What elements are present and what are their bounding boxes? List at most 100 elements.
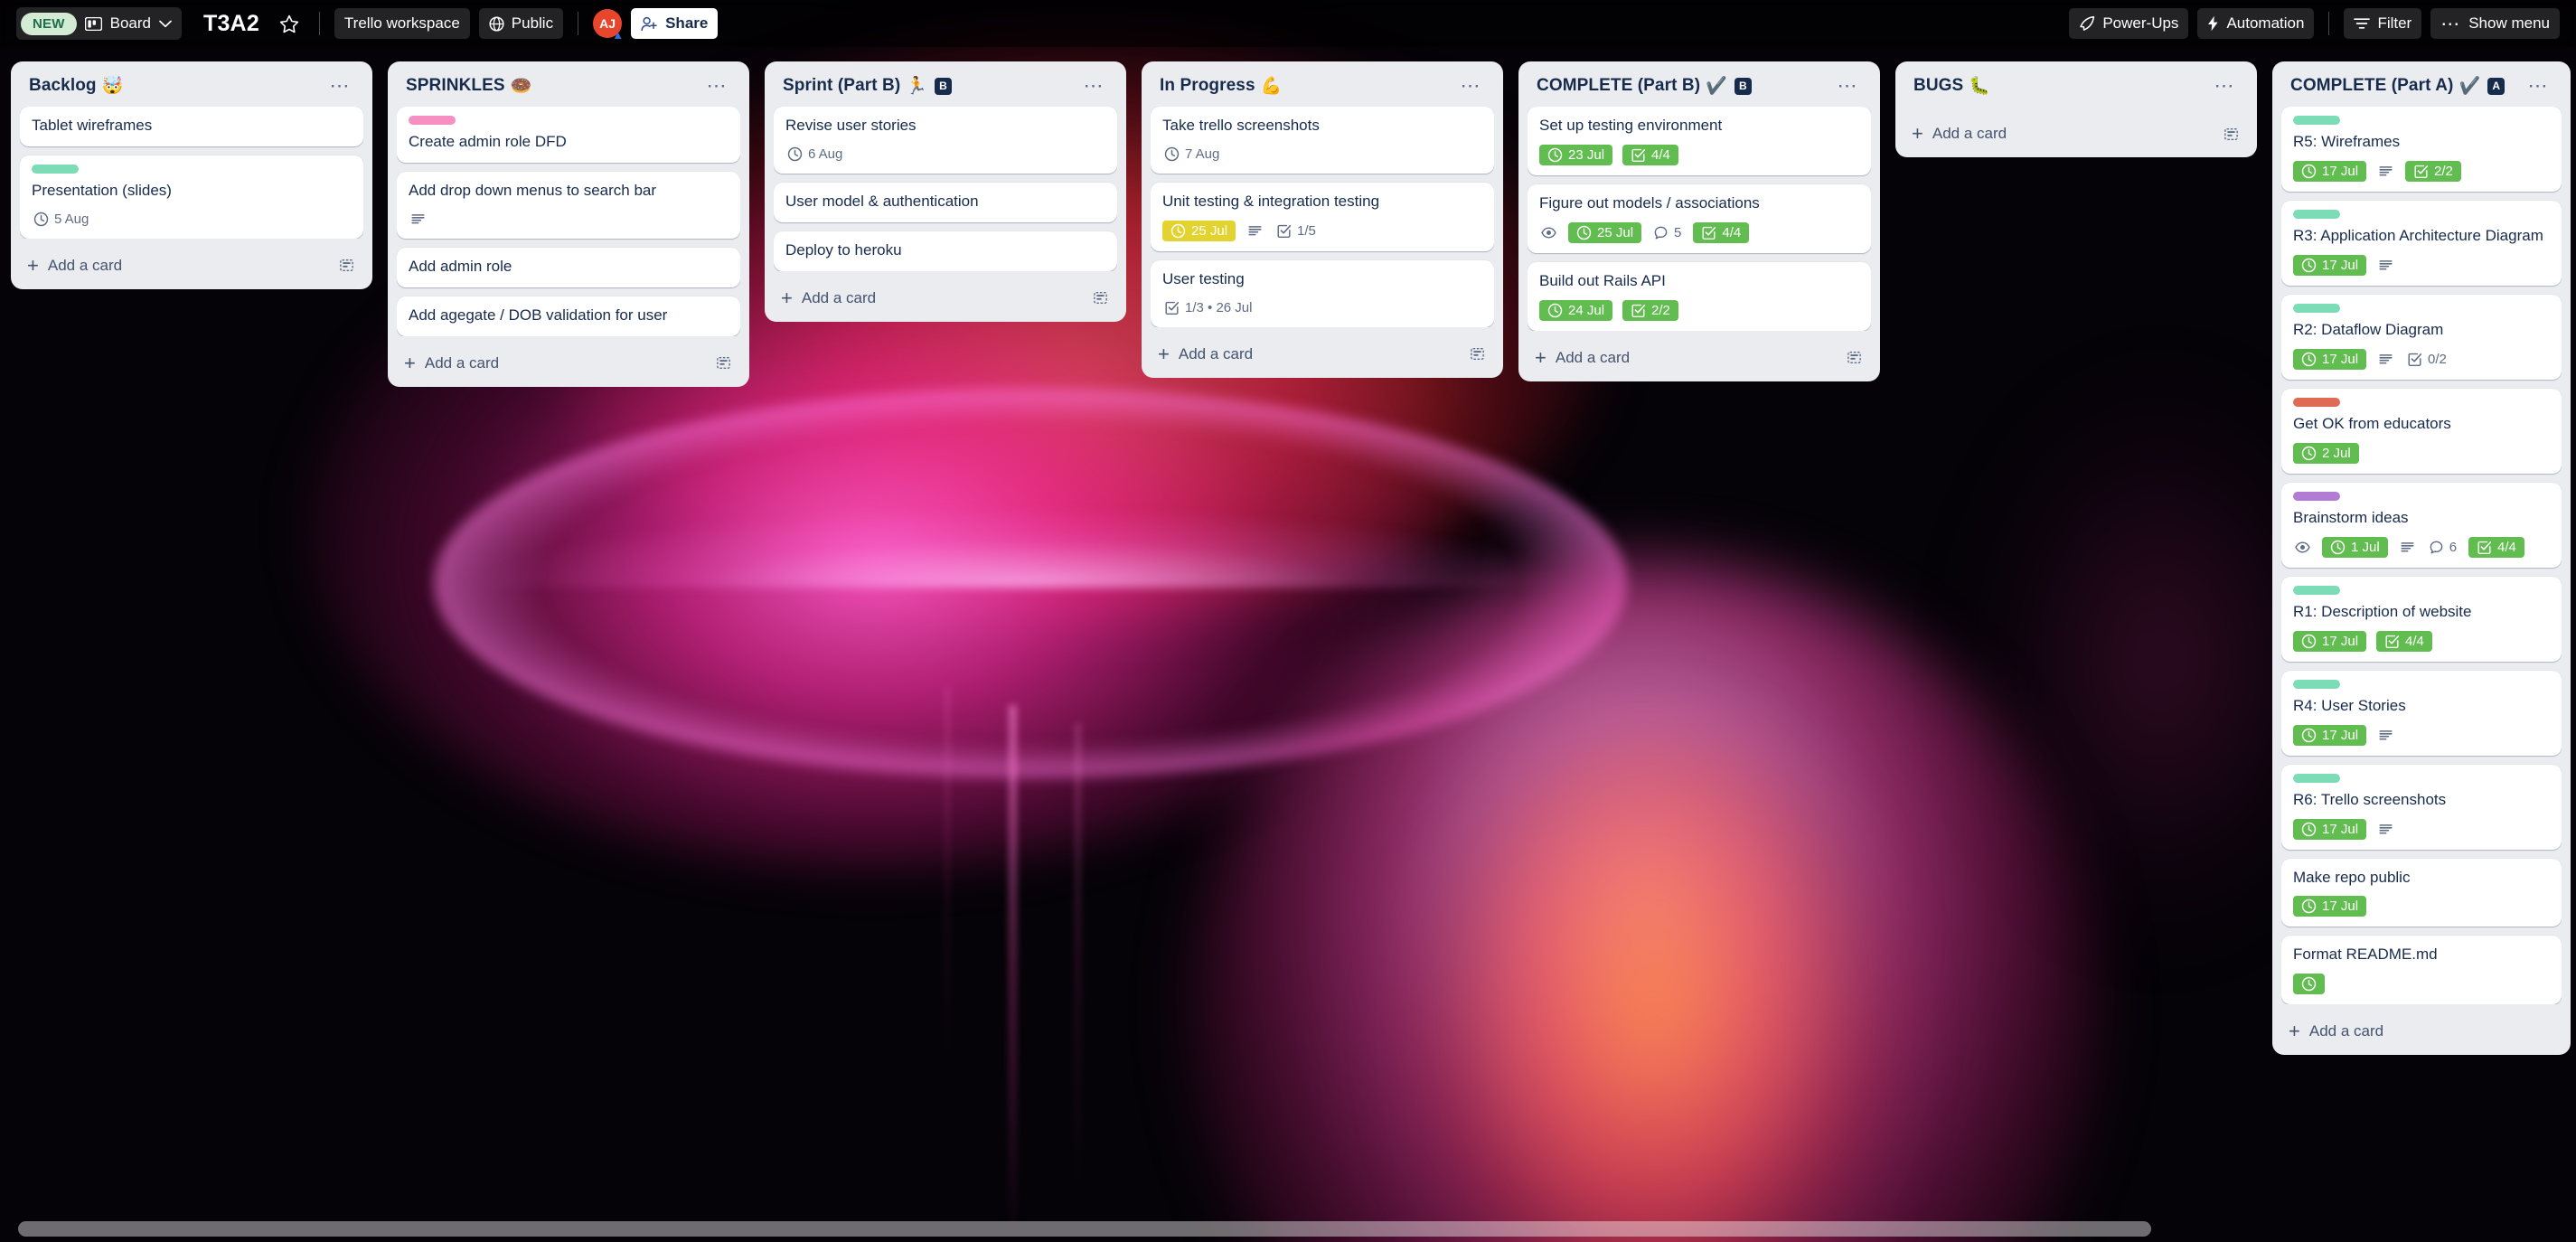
- card-label[interactable]: [2293, 491, 2340, 501]
- card-badge-due[interactable]: 2 Jul: [2293, 442, 2359, 464]
- card-badge-due[interactable]: 1 Jul: [2322, 536, 2388, 558]
- list-actions-icon[interactable]: ⋯: [323, 76, 359, 96]
- card-badge-checklist[interactable]: 2/2: [2405, 160, 2461, 182]
- card[interactable]: Add drop down menus to search bar: [397, 171, 740, 239]
- star-icon[interactable]: [274, 8, 305, 39]
- card[interactable]: Revise user stories 6 Aug: [774, 107, 1117, 174]
- card-badge-checklist[interactable]: 4/4: [1693, 221, 1750, 243]
- card-badge-due[interactable]: 23 Jul: [1539, 144, 1613, 165]
- card-label[interactable]: [2293, 209, 2340, 219]
- board-lists-container[interactable]: Backlog 🤯 ⋯ Tablet wireframes Presentation (…: [0, 47, 2576, 1242]
- card-badge-description[interactable]: [2376, 820, 2395, 839]
- card[interactable]: Make repo public 17 Jul: [2281, 858, 2562, 927]
- card-template-icon[interactable]: [716, 355, 731, 371]
- card[interactable]: User testing 1/3 • 26 Jul: [1151, 259, 1494, 327]
- card-label[interactable]: [409, 116, 456, 125]
- list-actions-icon[interactable]: ⋯: [1830, 76, 1866, 96]
- card-badge-checklist[interactable]: 4/4: [1622, 144, 1678, 165]
- card[interactable]: Unit testing & integration testing 25 Jul…: [1151, 182, 1494, 251]
- card-template-icon[interactable]: [1847, 350, 1862, 365]
- card[interactable]: Build out Rails API 24 Jul 2/2: [1528, 261, 1871, 331]
- add-card-button[interactable]: + Add a card: [1904, 116, 2248, 152]
- card[interactable]: R6: Trello screenshots 17 Jul: [2281, 764, 2562, 850]
- card[interactable]: Add admin role: [397, 247, 740, 287]
- card-badge-due[interactable]: 17 Jul: [2293, 160, 2367, 182]
- list-actions-icon[interactable]: ⋯: [1453, 76, 1490, 96]
- card-badge-due[interactable]: 17 Jul: [2293, 630, 2367, 652]
- card[interactable]: R5: Wireframes 17 Jul 2/2: [2281, 107, 2562, 192]
- card-label[interactable]: [2293, 585, 2340, 595]
- list-title[interactable]: COMPLETE (Part A) ✔️ A: [2290, 75, 2505, 97]
- card[interactable]: R2: Dataflow Diagram 17 Jul 0/2: [2281, 294, 2562, 380]
- share-button[interactable]: Share: [631, 8, 719, 39]
- automation-button[interactable]: Automation: [2197, 8, 2315, 39]
- card-badge-description[interactable]: [2376, 256, 2395, 275]
- list-title[interactable]: In Progress 💪: [1160, 75, 1282, 97]
- card-badge-description[interactable]: [2376, 726, 2395, 745]
- list-actions-icon[interactable]: ⋯: [2521, 76, 2557, 96]
- filter-button[interactable]: Filter: [2344, 8, 2422, 39]
- add-card-button[interactable]: + Add a card: [20, 248, 363, 284]
- card-badge-comments[interactable]: 5: [1651, 223, 1683, 242]
- card[interactable]: Set up testing environment 23 Jul 4/4: [1528, 107, 1871, 175]
- card-badge-checklist[interactable]: 2/2: [1622, 299, 1678, 321]
- card-badge-watch[interactable]: [2293, 538, 2312, 557]
- card[interactable]: Format README.md: [2281, 936, 2562, 1005]
- list-actions-icon[interactable]: ⋯: [700, 76, 736, 96]
- board-switcher[interactable]: NEW Board: [16, 7, 182, 40]
- card-badge-checklist[interactable]: 4/4: [2468, 536, 2524, 558]
- card-label[interactable]: [2293, 116, 2340, 125]
- card-badge-due[interactable]: 24 Jul: [1539, 299, 1613, 321]
- card-badge-due[interactable]: 17 Jul: [2293, 818, 2367, 840]
- workspace-button[interactable]: Trello workspace: [334, 8, 470, 39]
- add-card-button[interactable]: + Add a card: [774, 280, 1117, 316]
- card[interactable]: Tablet wireframes: [20, 107, 363, 146]
- add-card-button[interactable]: + Add a card: [1151, 336, 1494, 372]
- card-badge-description[interactable]: [2376, 162, 2395, 181]
- card-badge-description[interactable]: [2398, 538, 2417, 557]
- card-badge-checklist[interactable]: 0/2: [2405, 350, 2449, 369]
- card-badge-comments[interactable]: 6: [2427, 538, 2458, 557]
- card-badge-due[interactable]: 17 Jul: [2293, 724, 2367, 746]
- card[interactable]: R1: Description of website 17 Jul 4/4: [2281, 576, 2562, 662]
- card-label[interactable]: [2293, 303, 2340, 313]
- card-badge-due[interactable]: 17 Jul: [2293, 254, 2367, 276]
- visibility-button[interactable]: Public: [478, 8, 564, 39]
- card[interactable]: R3: Application Architecture Diagram 17 J…: [2281, 200, 2562, 286]
- card[interactable]: User model & authentication: [774, 182, 1117, 222]
- scrollbar-thumb[interactable]: [18, 1221, 2151, 1237]
- card[interactable]: Figure out models / associations 25 Jul 5 4…: [1528, 183, 1871, 253]
- list-title[interactable]: SPRINKLES 🍩: [406, 75, 531, 97]
- list-title[interactable]: COMPLETE (Part B) ✔️ B: [1537, 75, 1752, 97]
- card-badge-due[interactable]: 25 Jul: [1162, 220, 1236, 241]
- card[interactable]: Create admin role DFD: [397, 107, 740, 163]
- card-label[interactable]: [32, 164, 79, 174]
- card[interactable]: Presentation (slides) 5 Aug: [20, 155, 363, 239]
- card[interactable]: Get OK from educators 2 Jul: [2281, 388, 2562, 474]
- list-title[interactable]: BUGS 🐛: [1913, 75, 1990, 97]
- card-badge-description[interactable]: [409, 210, 428, 229]
- card-label[interactable]: [2293, 397, 2340, 407]
- card-badge-due[interactable]: 25 Jul: [1568, 221, 1642, 243]
- list-title[interactable]: Backlog 🤯: [29, 75, 123, 97]
- list-title[interactable]: Sprint (Part B) 🏃 B: [783, 75, 953, 97]
- card-badge-description[interactable]: [2376, 350, 2395, 369]
- power-ups-button[interactable]: Power-Ups: [2069, 8, 2189, 39]
- card-template-icon[interactable]: [1470, 346, 1485, 362]
- card-template-icon[interactable]: [339, 258, 354, 273]
- card-badge-watch[interactable]: [1539, 223, 1558, 242]
- card-badge-checklist[interactable]: 1/3 • 26 Jul: [1162, 298, 1254, 317]
- card[interactable]: Take trello screenshots 7 Aug: [1151, 107, 1494, 174]
- card-badge-due[interactable]: 17 Jul: [2293, 896, 2367, 917]
- card-label[interactable]: [2293, 679, 2340, 689]
- card-badge-due[interactable]: 17 Jul: [2293, 348, 2367, 370]
- horizontal-scrollbar[interactable]: [0, 1218, 2576, 1238]
- card-badge-description[interactable]: [1246, 221, 1264, 240]
- card-badge-checklist[interactable]: 4/4: [2376, 630, 2432, 652]
- card-badge-checklist[interactable]: 1/5: [1274, 221, 1318, 240]
- card[interactable]: Brainstorm ideas 1 Jul 6 4/4: [2281, 482, 2562, 568]
- avatar[interactable]: AJ ▲: [593, 9, 624, 41]
- add-card-button[interactable]: + Add a card: [1528, 340, 1871, 376]
- add-card-button[interactable]: + Add a card: [2281, 1013, 2562, 1049]
- card-badge-due[interactable]: [2293, 974, 2325, 995]
